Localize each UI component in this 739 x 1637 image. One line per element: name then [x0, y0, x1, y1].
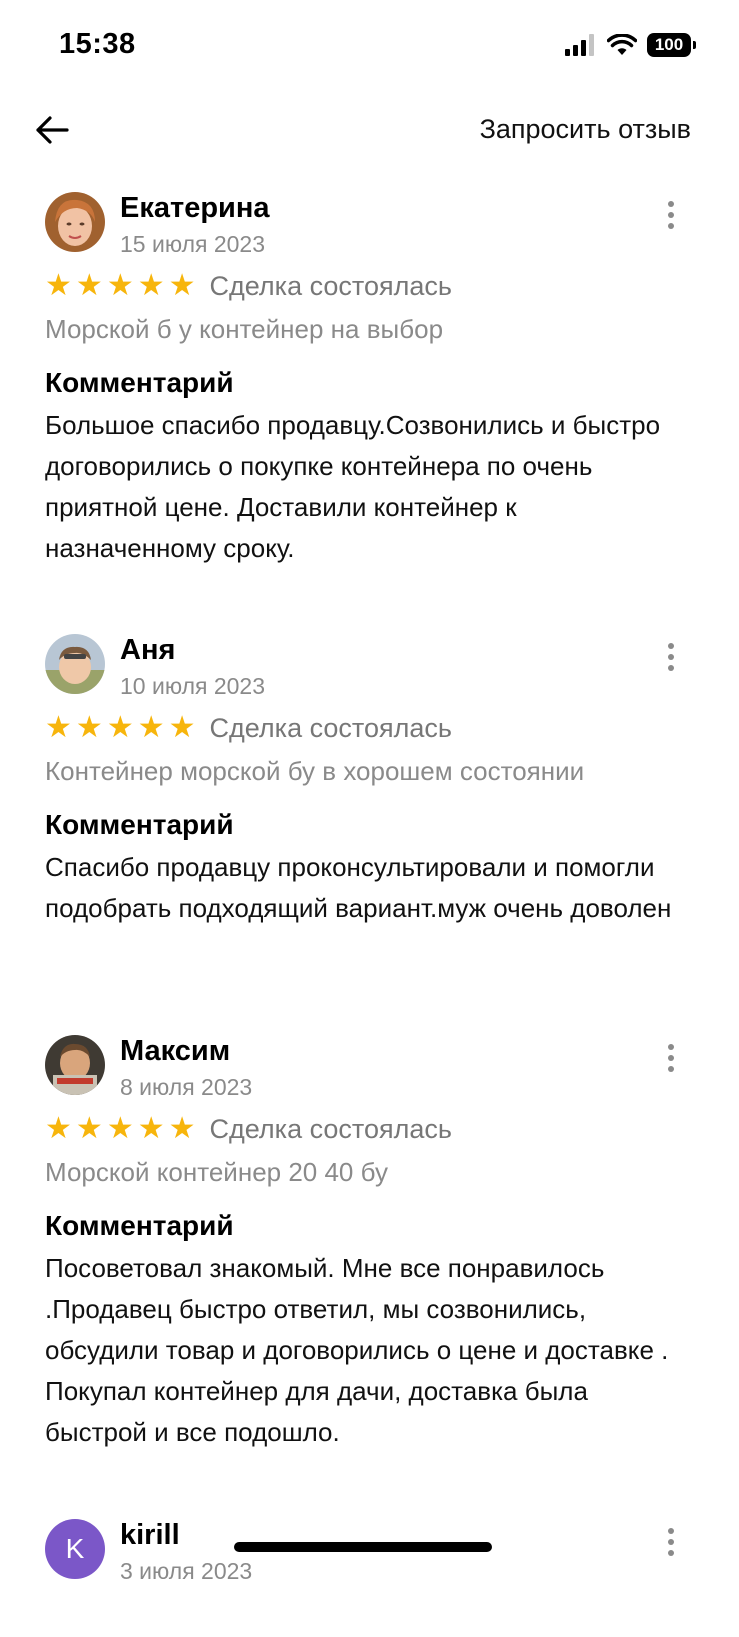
- deal-status: Сделка состоялась: [209, 270, 452, 301]
- comment-text: Посоветовал знакомый. Мне все понравилос…: [45, 1253, 669, 1447]
- star-icon: ★: [45, 269, 72, 302]
- more-dot: [668, 1550, 674, 1556]
- more-dot: [668, 1055, 674, 1061]
- review-author: Аня: [120, 634, 176, 666]
- more-dot: [668, 223, 674, 229]
- rating-row: ★ ★ ★ ★ ★ Сделка состоялась: [45, 266, 691, 306]
- review-date: 15 июля 2023: [120, 231, 265, 257]
- comment-title: Комментарий: [45, 809, 234, 840]
- deal-status: Сделка состоялась: [209, 1113, 452, 1144]
- back-button[interactable]: [30, 108, 74, 152]
- more-dot: [668, 1539, 674, 1545]
- comment-title: Комментарий: [45, 1210, 234, 1241]
- review-author: Екатерина: [120, 192, 270, 224]
- deal-status: Сделка состоялась: [209, 712, 452, 743]
- star-icon: ★: [45, 711, 72, 744]
- more-vertical-icon: [668, 643, 674, 649]
- more-dot: [668, 665, 674, 671]
- review-item: Аня 10 июля 2023 ★ ★ ★ ★ ★ Сделка состоя…: [0, 632, 739, 1033]
- star-icon: ★: [137, 1112, 165, 1145]
- avatar-image: [45, 634, 105, 694]
- more-vertical-icon: [668, 1044, 674, 1050]
- nav-bar: Запросить отзыв: [0, 100, 739, 160]
- star-icon: ★: [168, 1112, 196, 1145]
- review-item: K kirill 3 июля 2023: [0, 1517, 739, 1637]
- status-bar: 15:38 100: [0, 0, 739, 90]
- rating-stars: ★ ★ ★ ★ ★: [45, 713, 196, 743]
- more-vertical-icon: [668, 1528, 674, 1534]
- more-options-button[interactable]: [651, 637, 691, 677]
- status-icons: 100: [565, 33, 696, 57]
- review-item: Максим 8 июля 2023 ★ ★ ★ ★ ★ Сделка сост…: [0, 1033, 739, 1517]
- star-icon: ★: [168, 711, 196, 744]
- review-author: Максим: [120, 1035, 231, 1067]
- star-icon: ★: [106, 1112, 134, 1145]
- star-icon: ★: [75, 1112, 103, 1145]
- star-icon: ★: [168, 269, 196, 302]
- request-review-button[interactable]: Запросить отзыв: [480, 114, 691, 145]
- more-dot: [668, 654, 674, 660]
- rating-row: ★ ★ ★ ★ ★ Сделка состоялась: [45, 1109, 691, 1149]
- review-date: 3 июля 2023: [120, 1558, 253, 1584]
- rating-stars: ★ ★ ★ ★ ★: [45, 1114, 196, 1144]
- comment-text: Большое спасибо продавцу.Созвонились и б…: [45, 410, 661, 563]
- wifi-icon: [607, 34, 637, 55]
- review-product[interactable]: Морской б у контейнер на выбор: [45, 314, 691, 345]
- star-icon: ★: [75, 269, 103, 302]
- avatar[interactable]: K: [45, 1519, 105, 1579]
- review-product[interactable]: Морской контейнер 20 40 бу: [45, 1157, 691, 1188]
- avatar-image: [45, 192, 105, 252]
- status-time: 15:38: [59, 28, 136, 60]
- more-options-button[interactable]: [651, 195, 691, 235]
- comment-text: Спасибо продавцу проконсультировали и по…: [45, 852, 672, 923]
- review-author: kirill: [120, 1519, 180, 1551]
- avatar[interactable]: [45, 192, 105, 252]
- arrow-left-icon: [36, 116, 69, 144]
- rating-stars: ★ ★ ★ ★ ★: [45, 271, 196, 301]
- review-product[interactable]: Контейнер морской бу в хорошем состоянии: [45, 756, 691, 787]
- battery-icon: 100: [647, 33, 696, 57]
- review-item: Екатерина 15 июля 2023 ★ ★ ★ ★ ★ Сделка …: [0, 190, 739, 632]
- star-icon: ★: [106, 711, 134, 744]
- review-header: Аня 10 июля 2023: [45, 632, 691, 699]
- avatar-letter: K: [65, 1533, 85, 1564]
- star-icon: ★: [75, 711, 103, 744]
- review-date: 10 июля 2023: [120, 673, 265, 699]
- rating-row: ★ ★ ★ ★ ★ Сделка состоялась: [45, 708, 691, 748]
- more-options-button[interactable]: [651, 1038, 691, 1078]
- avatar[interactable]: [45, 634, 105, 694]
- review-date: 8 июля 2023: [120, 1074, 253, 1100]
- review-header: Максим 8 июля 2023: [45, 1033, 691, 1100]
- more-vertical-icon: [668, 201, 674, 207]
- review-header: Екатерина 15 июля 2023: [45, 190, 691, 257]
- more-dot: [668, 1066, 674, 1072]
- star-icon: ★: [45, 1112, 72, 1145]
- star-icon: ★: [137, 269, 165, 302]
- star-icon: ★: [106, 269, 134, 302]
- avatar[interactable]: [45, 1035, 105, 1095]
- comment-title: Комментарий: [45, 367, 234, 398]
- avatar-image: [45, 1035, 105, 1095]
- more-options-button[interactable]: [651, 1522, 691, 1562]
- signal-icon: [565, 34, 594, 56]
- more-dot: [668, 212, 674, 218]
- battery-level: 100: [654, 35, 684, 54]
- home-indicator[interactable]: [234, 1542, 492, 1552]
- review-list: Екатерина 15 июля 2023 ★ ★ ★ ★ ★ Сделка …: [0, 190, 739, 1637]
- star-icon: ★: [137, 711, 165, 744]
